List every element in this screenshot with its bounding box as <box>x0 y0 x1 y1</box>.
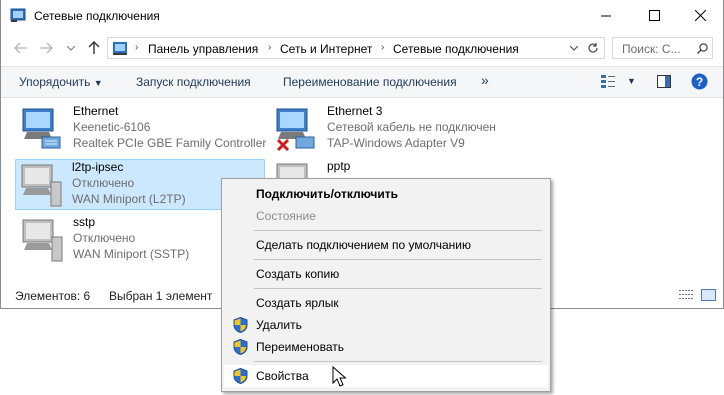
menu-item-create-copy[interactable]: Создать копию <box>224 263 548 285</box>
connection-status: Сетевой кабель не подключен <box>327 120 496 134</box>
minimize-icon <box>601 15 611 16</box>
organize-button[interactable]: Упорядочить ▼ <box>19 75 103 89</box>
connection-name: Ethernet 3 <box>327 104 383 118</box>
search-input[interactable]: Поиск: С... <box>612 37 713 59</box>
menu-separator <box>254 230 542 231</box>
search-placeholder: Поиск: С... <box>622 42 681 56</box>
breadcrumb-network-internet[interactable]: Сеть и Интернет <box>280 42 372 56</box>
arrow-right-icon <box>40 42 53 54</box>
menu-item-label: Свойства <box>256 369 309 383</box>
menu-item-connect[interactable]: Подключить/отключить <box>224 183 548 205</box>
connection-name: pptp <box>327 159 351 173</box>
dropdown-arrow-icon: ▼ <box>93 78 103 88</box>
connection-ethernet[interactable]: Ethernet Keenetic-6106 Realtek PCIe GBE … <box>17 104 267 155</box>
connection-device: Realtek PCIe GBE Family Controller <box>73 136 267 150</box>
chevron-down-icon[interactable] <box>570 46 578 51</box>
menu-item-label: Подключить/отключить <box>256 187 398 201</box>
view-options-icon[interactable] <box>601 75 615 88</box>
close-button[interactable] <box>677 0 723 31</box>
status-item-count: Элементов: 6 <box>15 289 91 303</box>
uac-shield-icon <box>233 368 248 384</box>
control-panel-icon <box>113 42 127 55</box>
maximize-button[interactable] <box>631 0 677 31</box>
minimize-button[interactable] <box>583 0 629 31</box>
mouse-cursor-icon <box>332 366 346 387</box>
back-button[interactable] <box>11 38 31 58</box>
menu-item-set-default[interactable]: Сделать подключением по умолчанию <box>224 234 548 256</box>
connection-ethernet-3[interactable]: Ethernet 3 Сетевой кабель не подключен T… <box>271 104 521 155</box>
menu-item-label: Сделать подключением по умолчанию <box>256 238 472 252</box>
breadcrumb-separator: › <box>268 42 272 53</box>
maximize-icon <box>648 10 660 21</box>
network-connections-icon <box>10 8 26 22</box>
rename-connection-button[interactable]: Переименование подключения <box>283 75 457 89</box>
up-button[interactable] <box>84 38 104 58</box>
menu-item-properties[interactable]: Свойства <box>224 365 548 387</box>
menu-item-rename[interactable]: Переименовать <box>224 336 548 358</box>
breadcrumb-network-connections[interactable]: Сетевые подключения <box>393 42 519 56</box>
menu-item-label: Создать ярлык <box>256 296 339 310</box>
close-icon <box>694 10 706 21</box>
vpn-connection-icon <box>22 219 63 262</box>
refresh-icon[interactable] <box>587 42 599 54</box>
chevron-down-icon <box>67 45 75 51</box>
uac-shield-icon <box>233 317 248 333</box>
connection-name: Ethernet <box>73 104 119 118</box>
menu-item-label: Переименовать <box>256 340 344 354</box>
arrow-up-icon <box>88 41 100 54</box>
menu-item-status: Состояние <box>224 205 548 227</box>
forward-button[interactable] <box>36 38 56 58</box>
command-bar: Упорядочить ▼ Запуск подключения Переиме… <box>1 66 723 98</box>
recent-locations-button[interactable] <box>61 38 81 58</box>
address-bar[interactable]: › Панель управления › Сеть и Интернет › … <box>107 37 605 59</box>
breadcrumb-control-panel[interactable]: Панель управления <box>148 42 258 56</box>
connection-status: Отключено <box>73 231 136 245</box>
menu-item-delete[interactable]: Удалить <box>224 314 548 336</box>
connection-device: WAN Miniport (L2TP) <box>72 192 186 206</box>
menu-item-label: Состояние <box>256 209 316 223</box>
connection-status: Keenetic-6106 <box>73 120 151 134</box>
window-title: Сетевые подключения <box>34 9 160 23</box>
view-dropdown-icon[interactable]: ▼ <box>627 76 636 86</box>
start-connection-button[interactable]: Запуск подключения <box>136 75 251 89</box>
status-selected-count: Выбран 1 элемент <box>109 289 213 303</box>
menu-item-label: Создать копию <box>256 267 340 281</box>
details-view-icon[interactable] <box>679 289 694 301</box>
connection-name: l2tp-ipsec <box>72 160 124 174</box>
help-icon[interactable]: ? <box>691 73 708 90</box>
vpn-connection-icon <box>21 164 62 207</box>
connection-pptp[interactable]: pptp <box>271 159 521 179</box>
connection-device: TAP-Windows Adapter V9 <box>327 136 465 150</box>
svg-text:?: ? <box>696 75 703 89</box>
menu-item-create-shortcut[interactable]: Создать ярлык <box>224 292 548 314</box>
more-commands-button[interactable]: » <box>481 72 489 88</box>
title-bar: Сетевые подключения <box>1 0 723 31</box>
organize-label: Упорядочить <box>19 75 91 89</box>
preview-pane-icon[interactable] <box>657 75 671 88</box>
menu-separator <box>254 361 542 362</box>
breadcrumb-separator: › <box>135 42 139 53</box>
menu-item-label: Удалить <box>256 318 302 332</box>
network-adapter-icon <box>22 108 61 149</box>
large-icons-view-icon[interactable] <box>701 289 716 301</box>
uac-shield-icon <box>233 339 248 355</box>
connection-status: Отключено <box>72 176 135 190</box>
search-icon[interactable] <box>697 43 708 54</box>
connection-name: sstp <box>73 215 96 229</box>
arrow-left-icon <box>14 42 27 54</box>
menu-separator <box>254 259 542 260</box>
breadcrumb-separator: › <box>381 42 385 53</box>
network-adapter-disconnected-icon <box>276 108 315 152</box>
context-menu: Подключить/отключить Состояние Сделать п… <box>221 178 551 392</box>
connection-device: WAN Miniport (SSTP) <box>73 247 190 261</box>
vpn-connection-icon <box>276 163 308 179</box>
menu-separator <box>254 288 542 289</box>
